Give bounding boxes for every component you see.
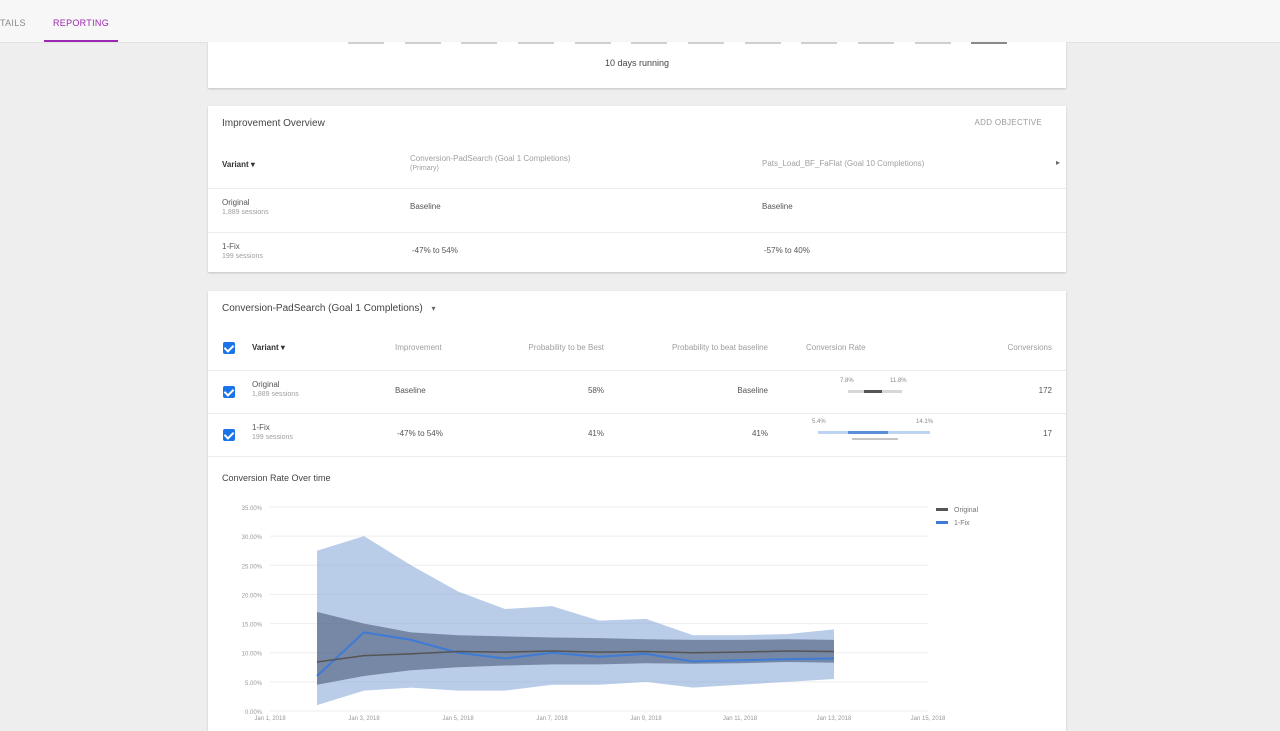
overview-row-original: Original 1,889 sessions Baseline Baselin… [208,188,1066,233]
conversion-rate-chart: 0.00%5.00%10.00%15.00%20.00%25.00%30.00%… [242,506,979,722]
objective-2-value: -57% to 40% [764,246,810,255]
variant-header[interactable]: Variant ▾ [222,160,255,170]
y-tick-label: 25.00% [242,564,263,570]
variant-name: 1-Fix 199 sessions [222,242,263,262]
variant-sessions: 199 sessions [222,253,263,260]
variant-sessions: 1,889 sessions [252,391,299,398]
x-tick-label: Jan 15, 2018 [911,716,946,722]
y-tick-label: 35.00% [242,506,263,512]
progress-tick [744,42,781,44]
confidence-band-1fix [317,536,834,706]
chart-title: Conversion Rate Over time [222,473,331,483]
variant-row-1fix: 1-Fix 199 sessions -47% to 54% 41% 41% 5… [208,413,1066,457]
y-tick-label: 10.00% [242,652,263,658]
y-tick-label: 5.00% [245,681,263,687]
add-objective-button[interactable]: ADD OBJECTIVE [975,118,1042,127]
x-tick-label: Jan 13, 2018 [817,716,852,722]
variant-name: 1-Fix 199 sessions [252,423,293,443]
variant-name: Original 1,889 sessions [222,198,269,218]
legend-swatch [936,508,948,511]
variant-label: Original [222,198,250,207]
progress-tick [858,42,894,44]
variant-row-original: Original 1,889 sessions Baseline 58% Bas… [208,370,1066,414]
progress-tick [348,42,384,44]
variant-header[interactable]: Variant ▾ [252,343,285,353]
prob-best-value: 58% [587,386,604,395]
tab-bar: TAILS REPORTING [0,0,1280,43]
overview-header-row: Variant ▾ Conversion-PadSearch (Goal 1 C… [208,144,1066,189]
x-tick-label: Jan 5, 2018 [442,716,474,722]
progress-day-ticks [344,42,1024,46]
progress-tick [801,42,838,44]
ci-low-label: 5.4% [812,419,826,425]
variant-label: Original [252,380,280,389]
x-tick-label: Jan 1, 2018 [254,716,286,722]
ci-baseline-bar [852,438,898,440]
tab-reporting[interactable]: REPORTING [44,0,118,42]
improvement-value: -47% to 54% [397,429,443,438]
objective-1-value: -47% to 54% [412,246,458,255]
prob-beat-value: Baseline [737,386,768,395]
conversions-value: 17 [1043,429,1052,438]
ci-low-label: 7.8% [840,378,854,384]
overview-row-1fix: 1-Fix 199 sessions -47% to 54% -57% to 4… [208,232,1066,276]
objective-dropdown-label: Conversion-PadSearch (Goal 1 Completions… [222,303,423,314]
variant-checkbox[interactable] [223,386,235,398]
chevron-down-icon: ▾ [431,304,436,313]
select-all-checkbox[interactable] [223,342,235,354]
variant-table-header: Variant ▾ Improvement Probability to be … [208,327,1066,371]
scroll-right-icon[interactable]: ▸ [1056,158,1060,167]
y-tick-label: 20.00% [242,593,263,599]
objective-1-primary: (Primary) [410,165,439,172]
objective-2-header: Pats_Load_BF_FaFlat (Goal 10 Completions… [762,159,925,168]
ci-high-label: 11.8% [890,378,907,384]
variant-sessions: 1,889 sessions [222,209,269,216]
prob-best-header: Probability to be Best [528,343,604,352]
improvement-overview-card: Improvement Overview ADD OBJECTIVE Varia… [208,106,1066,272]
x-tick-label: Jan 9, 2018 [630,716,662,722]
objective-1-label: Conversion-PadSearch (Goal 1 Completions… [410,154,571,163]
variant-label: 1-Fix [252,423,270,432]
progress-tick [574,42,611,44]
x-tick-label: Jan 3, 2018 [348,716,380,722]
progress-tick [914,42,951,44]
improvement-header: Improvement [395,343,442,352]
progress-tick [631,42,668,44]
y-tick-label: 15.00% [242,623,263,629]
experiment-progress-card: 10 days running [208,42,1066,88]
progress-tick [688,42,724,44]
conversions-value: 172 [1038,386,1052,395]
prob-beat-value: 41% [751,429,768,438]
variant-name: Original 1,889 sessions [252,380,299,400]
x-tick-label: Jan 7, 2018 [536,716,568,722]
progress-tick [461,42,498,44]
conversions-header: Conversions [1007,343,1052,352]
objective-1-header: Conversion-PadSearch (Goal 1 Completions… [410,154,571,174]
objective-detail-card: Conversion-PadSearch (Goal 1 Completions… [208,291,1066,731]
progress-tick [518,42,554,44]
objective-dropdown[interactable]: Conversion-PadSearch (Goal 1 Completions… [222,303,435,314]
objective-2-value: Baseline [762,202,793,211]
progress-tick [971,42,1008,44]
variant-sessions: 199 sessions [252,434,293,441]
variant-checkbox[interactable] [223,429,235,441]
improvement-value: Baseline [395,386,426,395]
prob-best-value: 41% [587,429,604,438]
days-running-text: 10 days running [604,58,670,68]
objective-1-value: Baseline [410,202,441,211]
legend-label: 1-Fix [954,520,970,527]
ci-mid-bar [864,390,882,393]
y-tick-label: 30.00% [242,535,263,541]
ci-high-label: 14.1% [916,419,934,425]
tab-details[interactable]: TAILS [0,0,40,42]
x-tick-label: Jan 11, 2018 [723,716,758,722]
improvement-overview-title: Improvement Overview [222,118,325,129]
variant-label: 1-Fix [222,242,240,251]
ci-mid-bar [848,431,888,434]
legend-label: Original [954,507,979,514]
prob-beat-header: Probability to beat baseline [671,343,768,352]
progress-tick [404,42,441,44]
conversion-rate-header: Conversion Rate [806,343,866,352]
legend-swatch [936,521,948,524]
